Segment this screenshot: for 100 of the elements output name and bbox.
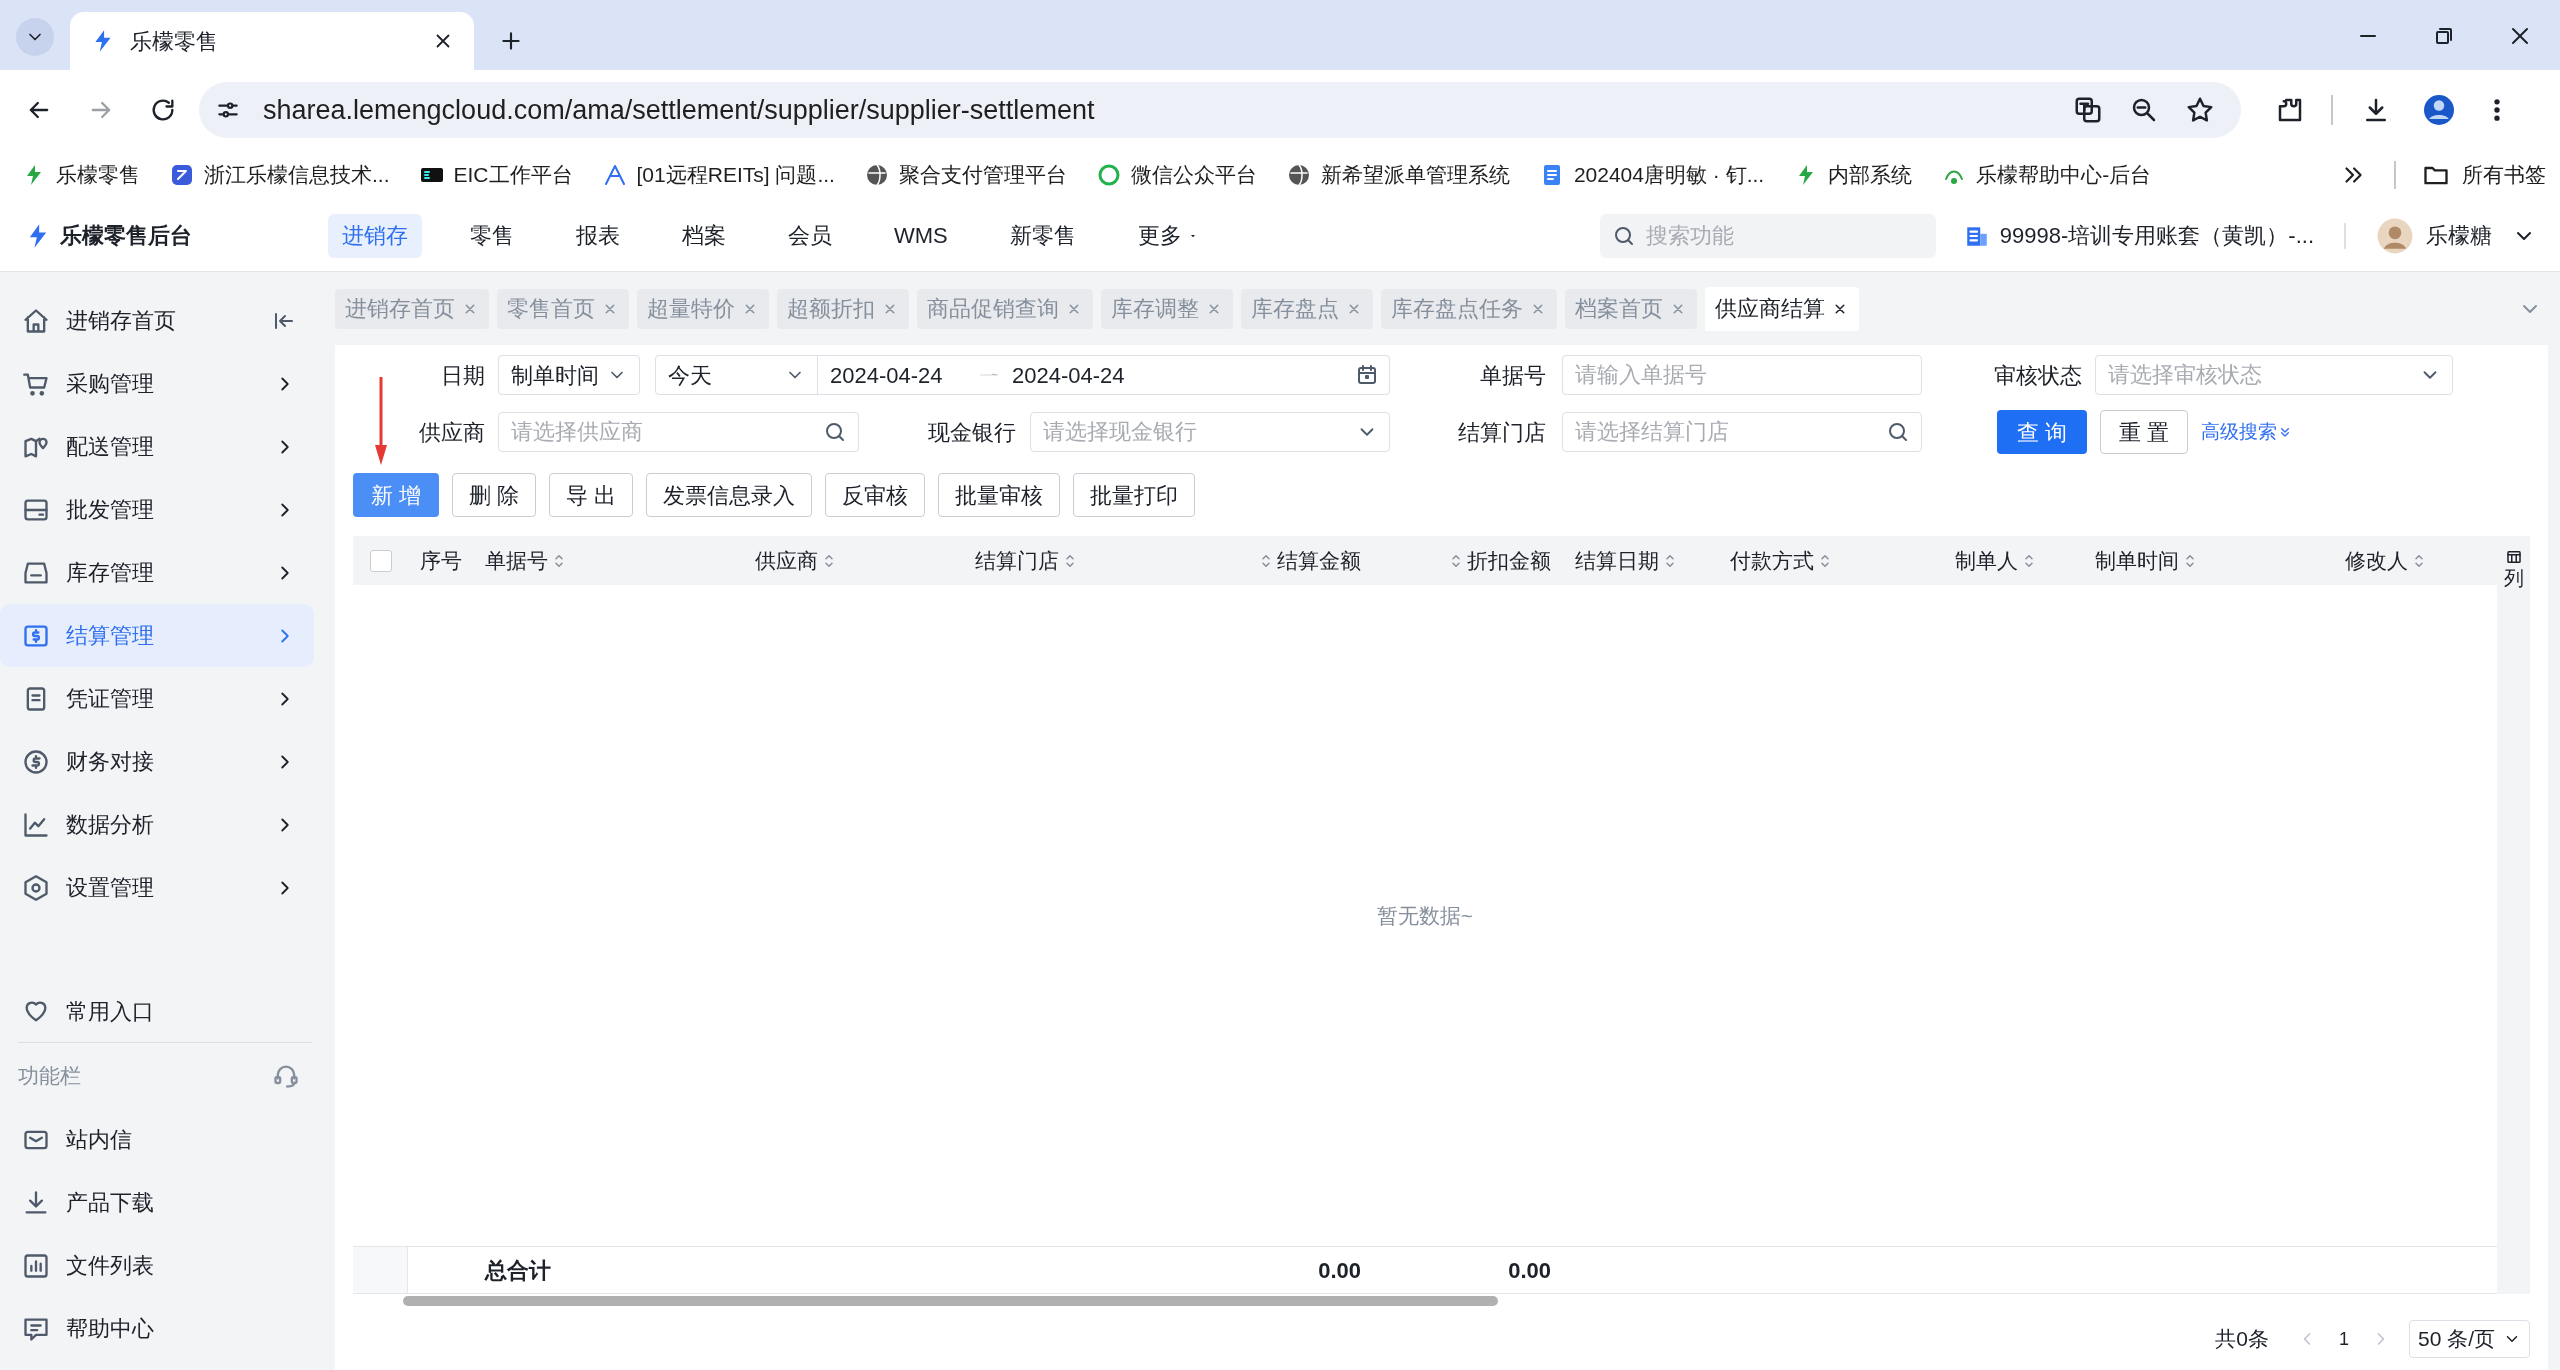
nav-tab[interactable]: 更多 — [1123, 213, 1214, 258]
account-name[interactable]: 99998-培训专用账套（黄凯）-... — [1999, 219, 2314, 252]
reset-button[interactable]: 重 置 — [2100, 410, 2189, 454]
sidebar-item[interactable]: 批发管理 — [0, 478, 314, 541]
sidebar-item[interactable]: 文件列表 — [0, 1234, 314, 1297]
bookmark[interactable]: 乐檬帮助中心-后台 — [1942, 159, 2152, 191]
bookmark[interactable]: 聚合支付管理平台 — [864, 159, 1067, 191]
filter-label: 单据号 — [1479, 361, 1546, 390]
bookmark[interactable]: 微信公众平台 — [1096, 159, 1257, 191]
input-field[interactable]: 请输入单据号 — [1562, 355, 1922, 395]
column-header[interactable]: 结算日期 — [1563, 544, 1718, 577]
sidebar-item[interactable]: 财务对接 — [0, 730, 314, 793]
column-header[interactable]: 结算门店 — [963, 544, 1188, 577]
column-header: 序号 — [419, 547, 463, 574]
sidebar-item[interactable]: 库存管理 — [0, 541, 314, 604]
nav-tab[interactable]: 进销存 — [328, 213, 422, 258]
totals-label: 总合计 — [483, 1256, 552, 1285]
page-size-select[interactable]: 50 条/页 — [2408, 1320, 2530, 1358]
menu-item-icon — [22, 306, 50, 335]
bookmark[interactable]: 浙江乐檬信息技术... — [170, 159, 390, 191]
column-header[interactable]: 制单时间 — [2083, 544, 2333, 577]
query-button[interactable]: 查 询 — [1997, 410, 2088, 454]
sidebar-item[interactable]: 数据分析 — [0, 793, 314, 856]
bookmark[interactable]: 乐檬零售 — [22, 159, 140, 191]
address-bar[interactable]: sharea.lemengcloud.com/ama/settlement/supplier/supplier-settlement — [199, 82, 2241, 138]
filter-label: 现金银行 — [927, 418, 1016, 447]
date-range-field[interactable]: 今天 2024-04-24 2024-04-24 — [655, 355, 1390, 395]
column-settings-button[interactable]: 列 — [2503, 548, 2524, 590]
url-text: sharea.lemengcloud.com/ama/settlement/supplier/supplier-settlement — [263, 93, 1095, 127]
profile-icon[interactable] — [2421, 92, 2457, 128]
column-header[interactable]: 供应商 — [743, 544, 963, 577]
sidebar-item[interactable]: 产品下载 — [0, 1171, 314, 1234]
scrollbar-thumb[interactable] — [403, 1296, 1498, 1306]
column-header[interactable]: 制单人 — [1943, 544, 2083, 577]
column-header[interactable]: 折扣金额 — [1373, 544, 1563, 577]
sidebar-item[interactable]: 凭证管理 — [0, 667, 314, 730]
sidebar-item[interactable]: 站内信 — [0, 1108, 314, 1171]
search-field[interactable]: 搜索功能 — [1599, 213, 1936, 258]
nav-tab[interactable]: 会员 — [774, 213, 846, 258]
arrow-right-icon — [978, 372, 1000, 378]
bookmark[interactable]: EIC工作平台 — [419, 159, 573, 191]
bookmark[interactable]: [01远程REITs] 问题... — [602, 159, 835, 191]
filter-label: 供应商 — [418, 418, 485, 447]
action-button[interactable]: 发票信息录入 — [646, 473, 813, 517]
nav-tab[interactable]: WMS — [880, 213, 962, 258]
menu-item-icon — [22, 873, 50, 902]
favorites-item[interactable]: 常用入口 — [0, 980, 314, 1042]
end-date[interactable]: 2024-04-24 — [1012, 358, 1125, 392]
calendar-icon[interactable] — [1355, 363, 1379, 387]
star-icon[interactable] — [2185, 95, 2215, 125]
select-field[interactable]: 制单时间 — [498, 355, 640, 395]
bookmark-favicon-icon — [1286, 163, 1311, 187]
search-icon — [1886, 420, 1910, 444]
app-logo-text: 乐檬零售后台 — [60, 222, 192, 250]
sidebar-item[interactable]: 配送管理 — [0, 415, 314, 478]
nav-tab[interactable]: 档案 — [668, 213, 740, 258]
all-bookmarks-link[interactable]: 所有书签 — [2422, 159, 2546, 191]
bookmark-favicon-icon — [1096, 163, 1121, 187]
preset-select[interactable]: 今天 — [656, 356, 818, 394]
sidebar-item[interactable]: 进销存首页 — [0, 289, 314, 352]
action-button[interactable]: 删 除 — [452, 473, 537, 517]
action-button[interactable]: 批量审核 — [938, 473, 1061, 517]
column-header[interactable]: 修改人 — [2333, 544, 2483, 577]
select-field[interactable]: 请选择审核状态 — [2095, 355, 2453, 395]
bookmark[interactable]: 内部系统 — [1794, 159, 1913, 191]
nav-tab[interactable]: 零售 — [456, 213, 528, 258]
tool-icon — [22, 1251, 50, 1280]
page-tab[interactable]: 供应商结算 — [1705, 286, 1859, 331]
empty-state-text: 暂无数据~ — [1376, 902, 1474, 929]
sidebar-item[interactable]: 采购管理 — [0, 352, 314, 415]
user-name[interactable]: 乐檬糖 — [2426, 219, 2492, 252]
bookmark[interactable]: 新希望派单管理系统 — [1286, 159, 1510, 191]
select-all-checkbox[interactable] — [369, 549, 392, 572]
columns-icon — [2504, 548, 2523, 566]
sidebar-item[interactable]: 设置管理 — [0, 856, 314, 919]
select-field[interactable]: 请选择现金银行 — [1030, 412, 1390, 452]
column-header[interactable]: 结算金额 — [1188, 544, 1373, 577]
filter-label: 日期 — [440, 361, 485, 390]
sidebar-item[interactable]: 帮助中心 — [0, 1297, 314, 1360]
action-button[interactable]: 批量打印 — [1073, 473, 1196, 517]
search-icon — [823, 420, 847, 444]
bookmark[interactable]: 202404唐明敏 · 钉... — [1539, 159, 1765, 191]
avatar-icon[interactable] — [2376, 216, 2414, 255]
table-cell-text: 0.00 — [1507, 1256, 1552, 1285]
nav-tab[interactable]: 新零售 — [995, 213, 1090, 258]
action-button[interactable]: 导 出 — [549, 473, 634, 517]
column-header[interactable]: 单据号 — [473, 544, 743, 577]
total-count: 共0条 — [2215, 1326, 2269, 1353]
nav-tab[interactable]: 报表 — [562, 213, 634, 258]
advanced-search-link[interactable]: 高级搜索 — [2201, 417, 2294, 447]
browser-tab[interactable]: 乐檬零售 — [70, 12, 474, 70]
bookmark-favicon-icon — [864, 163, 889, 187]
start-date[interactable]: 2024-04-24 — [830, 358, 970, 392]
input-field[interactable]: 请选择结算门店 — [1562, 412, 1922, 452]
column-header[interactable]: 付款方式 — [1718, 544, 1943, 577]
translate-icon[interactable] — [2073, 95, 2103, 125]
page-button[interactable]: 1 — [2334, 1325, 2353, 1353]
action-button[interactable]: 反审核 — [825, 473, 926, 517]
input-field[interactable]: 请选择供应商 — [498, 412, 859, 452]
sidebar-item[interactable]: 结算管理 — [0, 604, 314, 667]
